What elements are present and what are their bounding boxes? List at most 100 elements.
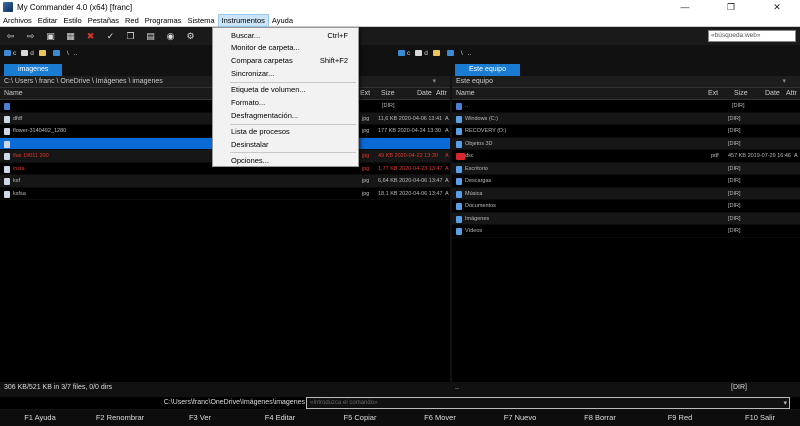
right-row-up[interactable]: .. [DIR] — [452, 100, 800, 113]
right-folder-icon[interactable] — [432, 50, 442, 56]
menu-ayuda[interactable]: Ayuda — [269, 14, 296, 27]
f5-copy-button[interactable]: F5 Copiar — [320, 410, 400, 426]
menu-red[interactable]: Red — [122, 14, 142, 27]
f9-network-button[interactable]: F9 Red — [640, 410, 720, 426]
menu-programas[interactable]: Programas — [142, 14, 185, 27]
table-row[interactable]: Descargas [DIR] — [452, 175, 800, 188]
file-ext: jpg — [362, 190, 370, 197]
f8-delete-button[interactable]: F8 Borrar — [560, 410, 640, 426]
table-row[interactable]: Documentos [DIR] — [452, 200, 800, 213]
table-row[interactable]: ksfsa jpg 18,1 KB 2020-04-06 13:47 A — [0, 188, 450, 200]
table-row[interactable]: ksf jpg 6,64 KB 2020-04-06 13:47 A — [0, 175, 450, 188]
left-col-date[interactable]: Date — [417, 88, 432, 100]
f6-move-button[interactable]: F6 Mover — [400, 410, 480, 426]
file-size: [DIR] — [728, 115, 741, 122]
right-col-ext[interactable]: Ext — [708, 88, 718, 100]
check-icon[interactable]: ✓ — [104, 30, 117, 43]
menu-editar[interactable]: Editar — [35, 14, 61, 27]
tab-right-este-equipo[interactable]: Este equipo — [455, 64, 520, 76]
menu-item-etiqueta-volumen[interactable]: Etiqueta de volumen... — [213, 84, 358, 95]
menu-archivos[interactable]: Archivos — [0, 14, 35, 27]
table-row[interactable]: Escritorio [DIR] — [452, 162, 800, 175]
file-size: [DIR] — [728, 128, 741, 134]
f7-new-button[interactable]: F7 Nuevo — [480, 410, 560, 426]
folder-icon — [456, 190, 462, 198]
right-drive-c[interactable]: c — [398, 50, 410, 57]
settings-icon[interactable]: ⚙ — [184, 30, 197, 43]
table-row[interactable]: Windows (C:) [DIR] — [452, 112, 800, 125]
right-parent-button[interactable]: .. — [468, 50, 472, 57]
left-path-arrow-icon[interactable]: ▾ — [432, 76, 436, 88]
close-button[interactable]: ✕ — [754, 2, 800, 13]
left-col-size[interactable]: Size — [381, 88, 395, 100]
menu-separator — [230, 82, 356, 83]
f3-view-button[interactable]: F3 Ver — [160, 410, 240, 426]
right-col-date[interactable]: Date — [765, 88, 780, 100]
file-attr: A — [445, 128, 449, 134]
paste-icon[interactable]: ▤ — [144, 30, 157, 43]
table-row[interactable]: Música [DIR] — [452, 187, 800, 200]
right-path-breadcrumb[interactable]: Este equipo ▾ — [452, 76, 800, 88]
left-drive-c[interactable]: c — [4, 50, 16, 57]
menu-pestanas[interactable]: Pestañas — [85, 14, 122, 27]
f10-exit-button[interactable]: F10 Salir — [720, 410, 800, 426]
file-name: Imágenes — [465, 215, 490, 222]
menu-item-desfragmentacion[interactable]: Desfragmentación... — [213, 110, 358, 121]
left-col-attr[interactable]: Attr — [436, 88, 447, 100]
file-ext: jpg — [362, 178, 370, 184]
right-col-attr[interactable]: Attr — [786, 88, 797, 100]
tab-left-imagenes[interactable]: imagenes — [4, 64, 63, 76]
left-col-ext[interactable]: Ext — [360, 88, 370, 100]
right-status-left: .. — [455, 384, 459, 391]
right-col-name[interactable]: Name — [456, 88, 475, 100]
left-col-name[interactable]: Name — [4, 88, 23, 100]
forward-arrow-icon[interactable]: ⇨ — [24, 30, 37, 43]
table-row[interactable]: RECOVERY (D:) [DIR] — [452, 125, 800, 138]
right-drive-d[interactable]: d — [415, 50, 428, 57]
left-folder-icon[interactable] — [38, 50, 48, 56]
grid-icon[interactable]: ▦ — [64, 30, 77, 43]
table-row[interactable]: Imágenes [DIR] — [452, 212, 800, 225]
menu-instrumentos[interactable]: Instrumentos — [217, 13, 269, 27]
menu-sistema[interactable]: Sistema — [184, 14, 217, 27]
f2-rename-button[interactable]: F2 Renombrar — [80, 410, 160, 426]
menu-item-lista-procesos[interactable]: Lista de procesos — [213, 126, 358, 137]
search-input[interactable]: «búsqueda:web» — [708, 30, 796, 42]
menu-item-buscar[interactable]: Buscar... Ctrl+F — [213, 30, 358, 41]
menu-estilo[interactable]: Estilo — [60, 14, 84, 27]
left-network-icon[interactable] — [52, 50, 62, 56]
table-row[interactable]: dsc pdf 457 KB 2019-07-29 16:46 A — [452, 150, 800, 163]
left-root-button[interactable]: \ — [67, 50, 69, 57]
menu-item-sincronizar[interactable]: Sincronizar... — [213, 68, 358, 79]
copy-icon[interactable]: ❐ — [124, 30, 137, 43]
folder-icon — [456, 203, 462, 210]
table-row[interactable]: Vídeos [DIR] — [452, 225, 800, 238]
delete-icon[interactable]: ✖ — [84, 30, 97, 43]
right-root-button[interactable]: \ — [461, 50, 463, 57]
menu-item-monitor-carpeta[interactable]: Monitor de carpeta... — [213, 42, 358, 53]
maximize-button[interactable]: ❐ — [708, 2, 754, 13]
f4-edit-button[interactable]: F4 Editar — [240, 410, 320, 426]
menu-item-opciones[interactable]: Opciones... — [213, 155, 358, 166]
menu-item-desinstalar[interactable]: Desinstalar — [213, 139, 358, 150]
up-folder-icon — [456, 103, 462, 110]
left-parent-button[interactable]: .. — [74, 50, 78, 57]
minimize-button[interactable]: — — [662, 2, 708, 12]
f1-help-button[interactable]: F1 Ayuda — [0, 410, 80, 426]
table-row[interactable]: Objetos 3D [DIR] — [452, 137, 800, 150]
command-dropdown-icon[interactable]: ▾ — [783, 398, 787, 410]
drive-icon[interactable]: ◉ — [164, 30, 177, 43]
file-name: ksfsa — [13, 190, 26, 197]
command-input[interactable]: «Introduzca el comando» ▾ — [306, 397, 790, 409]
right-path-arrow-icon[interactable]: ▾ — [782, 76, 786, 88]
right-col-size[interactable]: Size — [734, 88, 748, 100]
view-icon[interactable]: ▣ — [44, 30, 57, 43]
menu-item-compara-carpetas[interactable]: Compara carpetas Shift+F2 — [213, 55, 358, 66]
menu-item-formato[interactable]: Formato... — [213, 97, 358, 108]
right-column-header: Name Ext Size Date Attr — [452, 88, 800, 100]
file-name: dsc — [465, 153, 474, 159]
left-drive-d[interactable]: d — [21, 50, 34, 57]
right-network-icon[interactable] — [446, 50, 456, 56]
file-size: [DIR] — [728, 190, 741, 197]
back-arrow-icon[interactable]: ⇦ — [4, 30, 17, 43]
